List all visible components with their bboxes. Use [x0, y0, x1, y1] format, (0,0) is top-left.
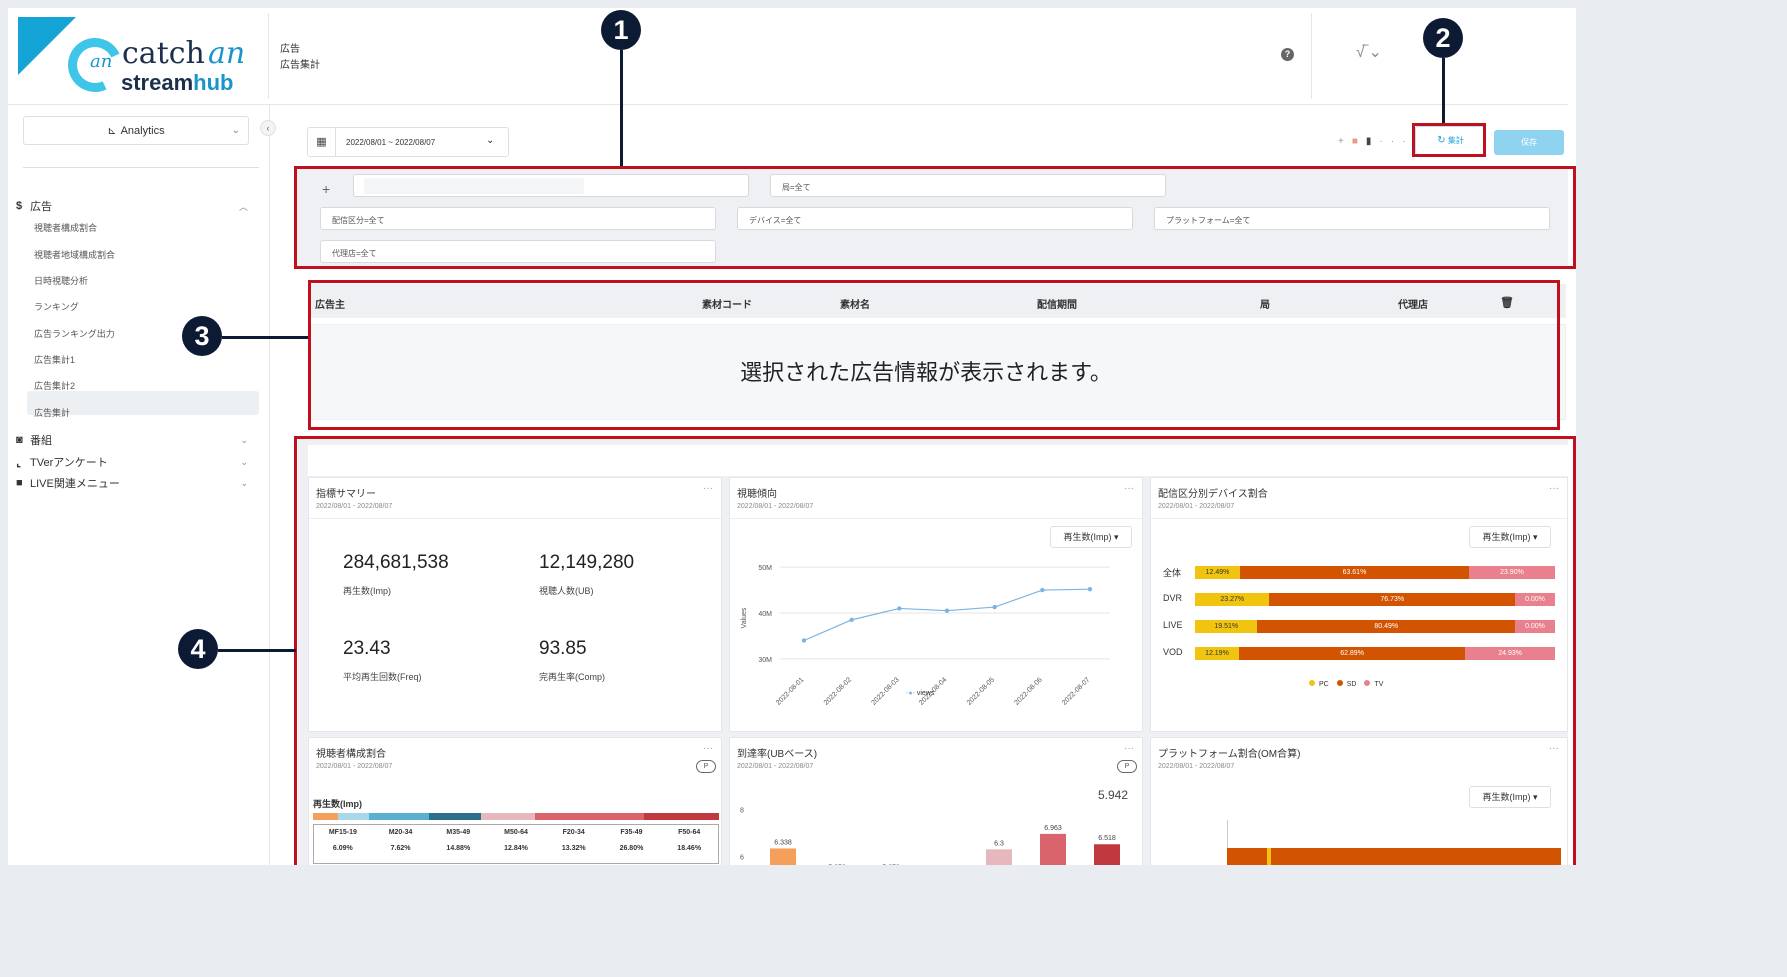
sidebar: ⊾ Analytics ⌄ $ 広告 ︿ 視聴者構成割合 視聴者地域構成割合 日… [8, 105, 270, 865]
annotation-line-3 [222, 336, 308, 339]
chevron-down-icon: ⌄ [240, 477, 248, 488]
annotation-number-1: 1 [601, 10, 641, 50]
chevron-down-icon: ⌄ [486, 135, 495, 146]
sidebar-section-tver-survey[interactable]: ⌞ TVerアンケート ⌄ [16, 454, 248, 470]
header-divider [268, 13, 269, 99]
annotation-line-2 [1442, 58, 1445, 123]
annotation-line-4 [218, 649, 296, 652]
annotation-line-1 [620, 50, 623, 166]
sidebar-item[interactable]: 視聴者地域構成割合 [34, 248, 115, 261]
annotation-number-2: 2 [1423, 18, 1463, 58]
date-range-picker[interactable]: ▦ 2022/08/01 ~ 2022/08/07 ⌄ [307, 127, 509, 157]
line-chart-icon: ⌞ [16, 456, 22, 469]
annotation-number-4: 4 [178, 629, 218, 669]
annotation-box-3 [308, 280, 1560, 430]
chevron-down-icon: ⌄ [240, 456, 248, 467]
analytics-select[interactable]: ⊾ Analytics ⌄ [23, 116, 249, 145]
analytics-label: Analytics [120, 124, 165, 137]
lock-icon[interactable]: ■ [1352, 136, 1366, 147]
program-icon: ◙ [16, 434, 23, 446]
help-icon[interactable]: ? [1281, 48, 1294, 61]
header: v2 beta an catch an streamhub 広告 広告集計 ? … [8, 8, 1568, 105]
sidebar-item[interactable]: 広告集計2 [34, 379, 75, 392]
sidebar-section-ads[interactable]: $ 広告 ︿ [16, 198, 248, 214]
header-divider [1311, 13, 1312, 99]
sidebar-item[interactable]: 日時視聴分析 [34, 274, 88, 287]
sidebar-item-active[interactable]: 広告集計 [34, 406, 70, 419]
collapse-sidebar-button[interactable]: ‹ [260, 120, 276, 136]
annotation-number-3: 3 [182, 316, 222, 356]
more-icon[interactable]: ··· [1379, 136, 1413, 147]
annotation-box-2 [1412, 123, 1486, 157]
date-range-text: 2022/08/01 ~ 2022/08/07 [346, 138, 436, 147]
breadcrumb-page: 広告集計 [280, 60, 320, 71]
logo-catch: catch [122, 36, 205, 71]
video-icon: ■ [16, 477, 23, 489]
calendar-icon: ▦ [308, 128, 336, 156]
sidebar-section-programs[interactable]: ◙ 番組 ⌄ [16, 432, 248, 448]
save-button[interactable]: 保存 [1494, 130, 1564, 155]
app-window: v2 beta an catch an streamhub 広告 広告集計 ? … [8, 8, 1576, 865]
chevron-down-icon: ⌄ [231, 125, 240, 136]
add-icon[interactable]: + [1338, 136, 1352, 147]
sidebar-divider [23, 167, 259, 168]
sidebar-item[interactable]: 広告ランキング出力 [34, 327, 115, 340]
file-icon[interactable]: ▮ [1366, 136, 1380, 147]
logo-mark-text: an [90, 51, 113, 72]
user-menu[interactable]: √‾ ⌄ [1356, 42, 1382, 62]
breadcrumb-section[interactable]: 広告 [280, 40, 300, 55]
sidebar-section-live[interactable]: ■ LIVE関連メニュー ⌄ [16, 475, 248, 491]
sidebar-item[interactable]: 視聴者構成割合 [34, 221, 97, 234]
chart-icon: ⊾ [107, 125, 117, 137]
chevron-down-icon: ⌄ [240, 434, 248, 445]
toolbar-icons: +■▮··· [1338, 136, 1413, 147]
logo-an: an [208, 36, 246, 71]
sidebar-item[interactable]: ランキング [34, 300, 79, 313]
logo-streamhub: streamhub [121, 70, 234, 95]
sidebar-item[interactable]: 広告集計1 [34, 353, 75, 366]
annotation-box-1 [294, 166, 1576, 269]
dollar-icon: $ [16, 200, 23, 212]
annotation-box-4 [294, 436, 1576, 865]
chevron-up-icon: ︿ [238, 201, 248, 212]
